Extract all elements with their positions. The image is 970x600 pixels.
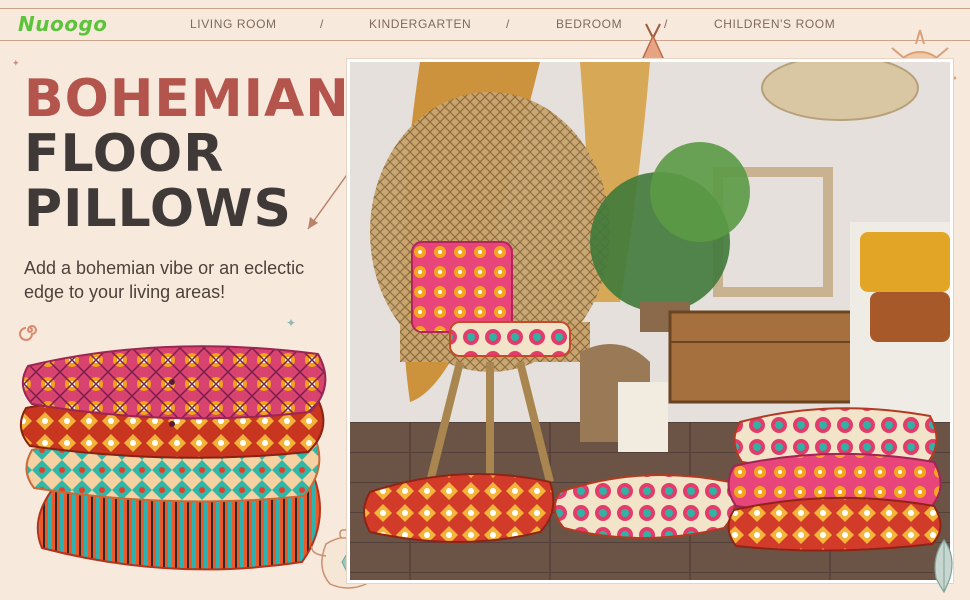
nav-item-childrens-room[interactable]: CHILDREN'S ROOM xyxy=(714,17,835,31)
top-navigation-bar: Nuoogo LIVING ROOM / KINDERGARTEN / BEDR… xyxy=(0,0,970,48)
room-photo xyxy=(350,62,950,580)
pillow-stack-image xyxy=(19,345,327,571)
brand-logo[interactable]: Nuoogo xyxy=(18,12,108,36)
nav-item-bedroom[interactable]: BEDROOM xyxy=(556,17,622,31)
nav-top-line xyxy=(0,8,970,9)
feather-icon xyxy=(934,538,953,594)
sparkle-icon: ✦ xyxy=(12,58,20,68)
nav-item-living-room[interactable]: LIVING ROOM xyxy=(190,17,277,31)
nav-separator: / xyxy=(320,17,324,31)
subtitle: Add a bohemian vibe or an eclectic edge … xyxy=(24,258,305,302)
nav-item-kindergarten[interactable]: KINDERGARTEN xyxy=(369,17,471,31)
nav-separator: / xyxy=(506,17,510,31)
nav-bottom-line xyxy=(0,40,970,41)
headline-line-1: BOHEMIAN xyxy=(24,69,350,129)
nav-menu: LIVING ROOM / KINDERGARTEN / BEDROOM / C… xyxy=(150,17,835,33)
